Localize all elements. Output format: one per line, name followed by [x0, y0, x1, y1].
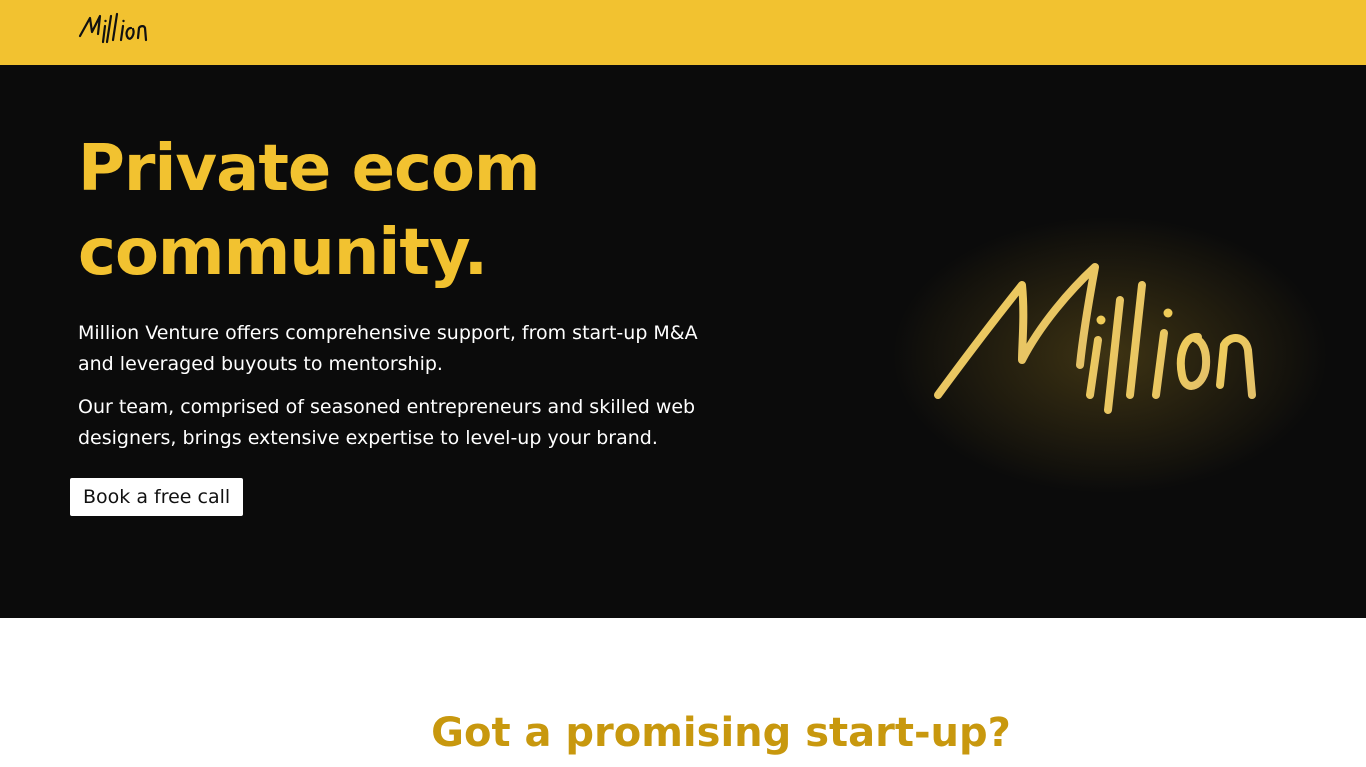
- hero-title: Private ecom community.: [78, 127, 718, 295]
- hero-section: Private ecom community. Million Venture …: [0, 65, 1366, 618]
- million-logo-icon: [934, 263, 1256, 414]
- book-free-call-button[interactable]: Book a free call: [70, 478, 244, 516]
- hero-title-line-2: community.: [78, 216, 488, 290]
- top-navigation-bar: [0, 0, 1366, 65]
- startup-section-title: Got a promising start-up?: [431, 710, 1011, 756]
- hero-description-1: Million Venture offers comprehensive sup…: [78, 322, 698, 375]
- million-logo-icon[interactable]: [78, 10, 150, 48]
- hero-title-line-1: Private ecom: [78, 132, 541, 206]
- hero-logo-illustration: [860, 215, 1360, 495]
- hero-description-2: Our team, comprised of seasoned entrepre…: [78, 396, 696, 449]
